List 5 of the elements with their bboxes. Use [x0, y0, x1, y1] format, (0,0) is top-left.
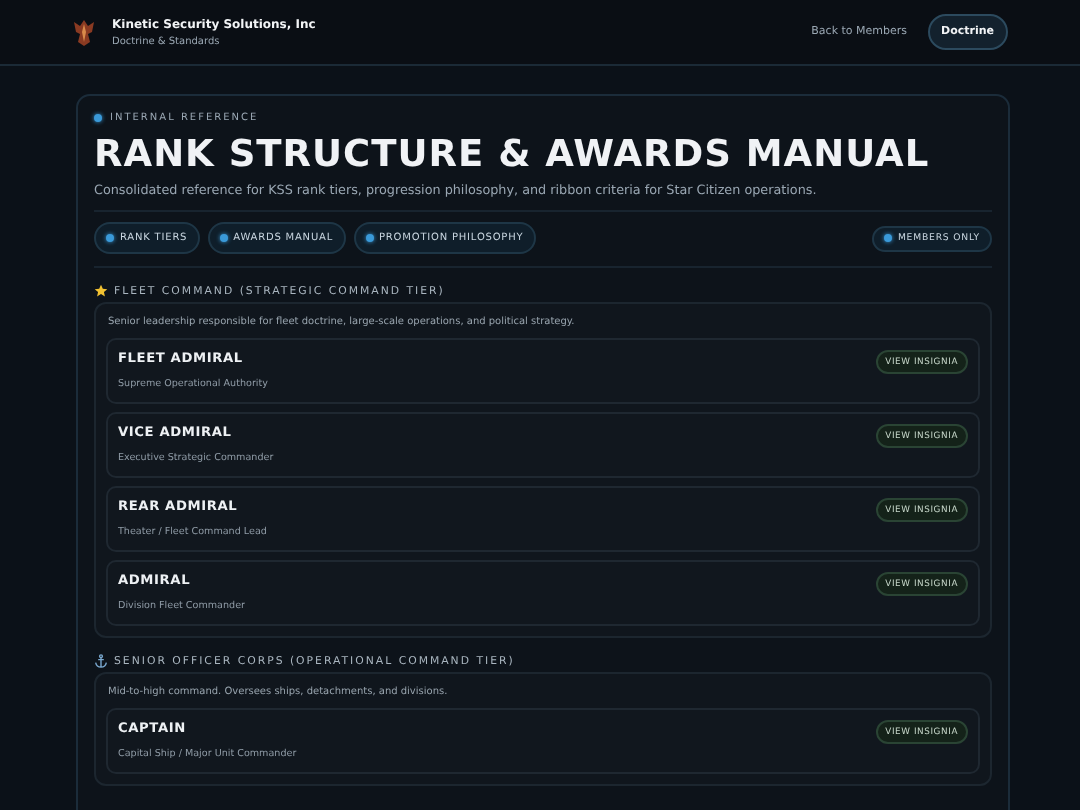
eagle-emblem-icon	[72, 16, 96, 48]
anchor-icon	[94, 654, 108, 668]
dot-icon	[94, 114, 102, 122]
page-title: RANK STRUCTURE & AWARDS MANUAL	[94, 134, 932, 176]
star-icon	[94, 284, 108, 298]
